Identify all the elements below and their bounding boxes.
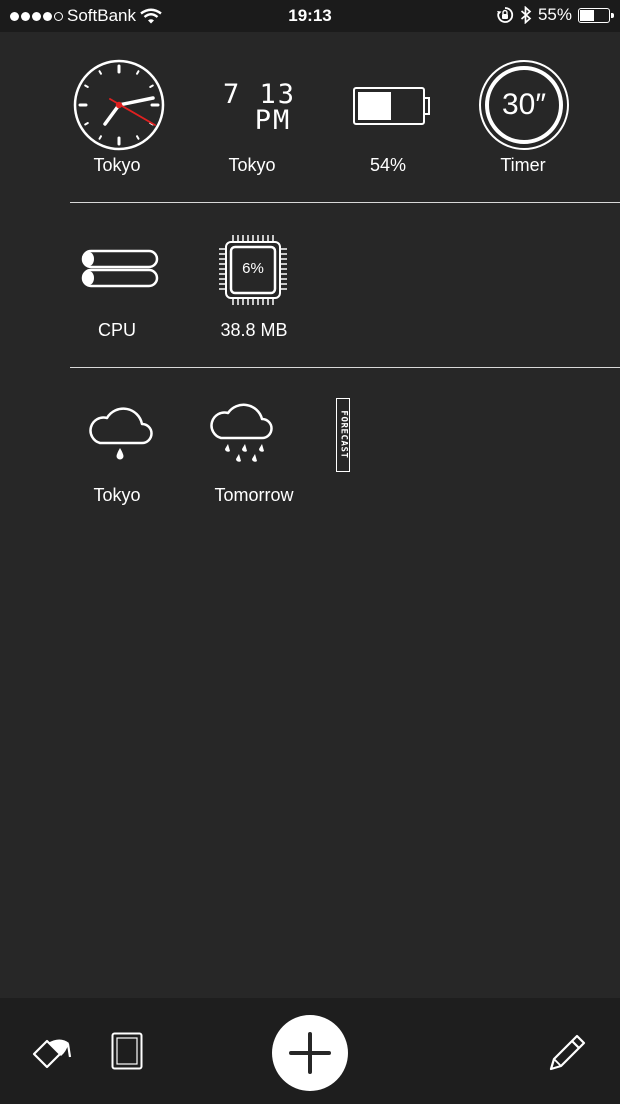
- cpu-bars-icon: [81, 249, 159, 288]
- digital-clock-label: Tokyo: [228, 155, 276, 175]
- page-icon: [111, 1032, 143, 1070]
- battery-widget-fill: [358, 92, 391, 120]
- analog-clock-label: Tokyo: [93, 155, 141, 175]
- status-battery-fill: [580, 9, 594, 21]
- timer-icon: 30″: [458, 55, 588, 155]
- battery-widget-label: 54%: [369, 155, 407, 175]
- dashboard-screen: SoftBank 19:13 55% Tokyo 7 13 PM Tokyo 5…: [0, 0, 620, 1104]
- cloud-rain-icon: [210, 403, 273, 462]
- orientation-lock-icon: [496, 7, 514, 23]
- memory-chip-icon: 6%: [189, 220, 319, 320]
- weather-now-label: Tokyo: [93, 485, 141, 505]
- edit-button[interactable]: [548, 1032, 588, 1072]
- row-divider-1: [70, 202, 620, 203]
- pencil-icon: [549, 1034, 586, 1071]
- cpu-label: CPU: [97, 320, 136, 340]
- cloud-drizzle-icon: [89, 407, 153, 460]
- widget-row-3: Tokyo FORECAST Tomorrow: [52, 385, 620, 515]
- digital-clock-face: 7 13 PM: [187, 55, 317, 155]
- timer-label: Timer: [500, 155, 546, 175]
- add-widget-button[interactable]: [272, 1015, 348, 1091]
- memory-label: 38.8 MB: [220, 320, 288, 340]
- digital-clock-time: 7 13: [222, 79, 297, 110]
- row-divider-2: [70, 367, 620, 368]
- analog-clock-icon: [73, 59, 165, 151]
- bottom-toolbar: [0, 998, 620, 1104]
- timer-value: 30″: [502, 88, 546, 121]
- forecast-tag: FORECAST: [336, 398, 350, 472]
- eraser-icon: [32, 1039, 72, 1069]
- forecast-tag-text: FORECAST: [338, 410, 349, 459]
- battery-percent: 55%: [537, 5, 572, 24]
- page-button[interactable]: [111, 1032, 143, 1070]
- status-battery-icon: [578, 7, 614, 23]
- plus-icon: [289, 1032, 331, 1074]
- forecast-label: Tomorrow: [214, 485, 294, 505]
- battery-icon: [323, 55, 453, 155]
- memory-percent: 6%: [242, 260, 264, 277]
- widget-row-1: Tokyo 7 13 PM Tokyo 54% 30″ Timer: [52, 55, 620, 185]
- status-bar-right: 55%: [496, 5, 614, 25]
- status-bar: SoftBank 19:13 55%: [0, 0, 620, 32]
- bluetooth-icon: [520, 6, 532, 24]
- widget-row-2: CPU 6% 38.8 MB: [52, 220, 620, 350]
- eraser-button[interactable]: [30, 1032, 74, 1072]
